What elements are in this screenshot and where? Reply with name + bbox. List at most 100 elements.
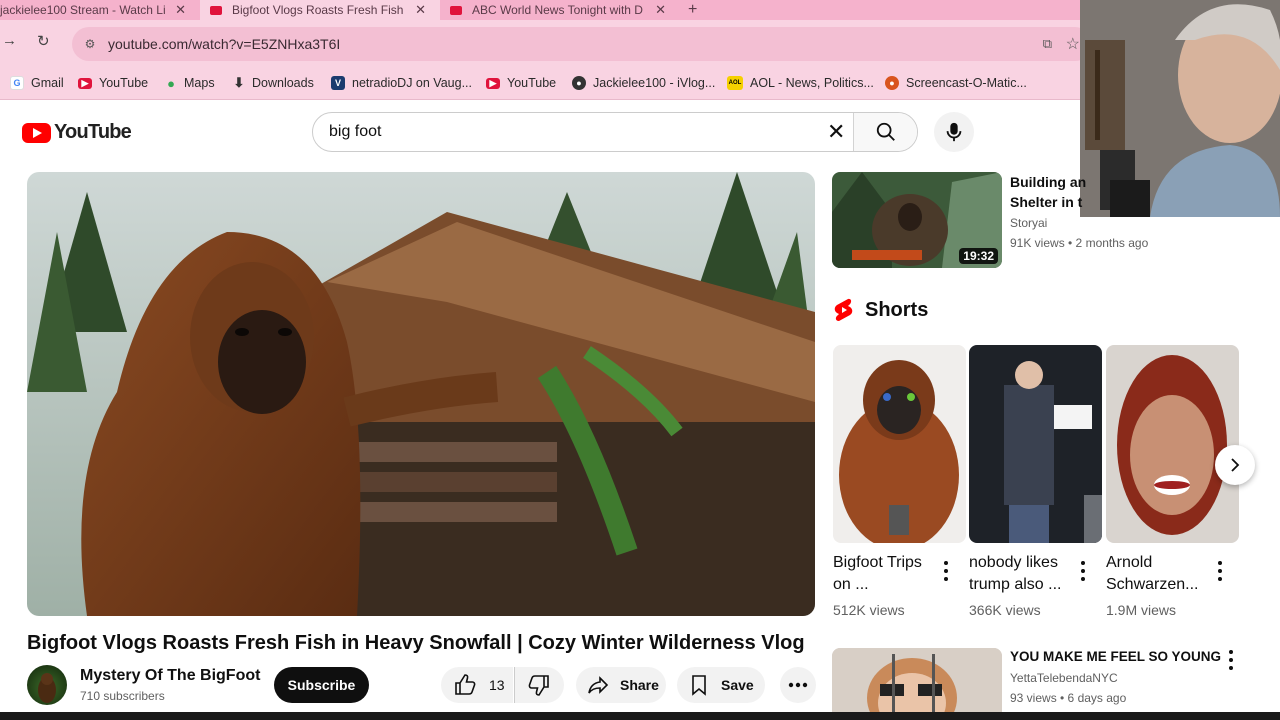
more-actions-button[interactable] [780,667,816,703]
related-video-title[interactable]: Building an Shelter in t [1010,172,1086,212]
screencast-icon: ● [885,76,899,90]
new-tab-button[interactable]: + [688,0,708,20]
related-video-thumbnail[interactable] [832,648,1002,720]
title-line: Building an [1010,174,1087,190]
short-title[interactable]: Bigfoot Trips on ... [833,552,937,596]
tab-abc-news[interactable]: ABC World News Tonight with D ✕ [440,0,680,20]
bookmark-maps[interactable]: ● Maps [165,74,215,92]
title-line: trump also ... [969,576,1062,593]
tab-close-icon[interactable]: ✕ [175,2,186,18]
tab-bigfoot-vlogs[interactable]: Bigfoot Vlogs Roasts Fresh Fish ✕ [200,0,440,20]
bookmark-label: Screencast-O-Matic... [906,76,1027,90]
bookmark-label: YouTube [99,76,149,90]
download-icon: ⬇ [233,75,245,90]
bookmark-netradiodj[interactable]: V netradioDJ on Vaug... [331,74,472,92]
bigfoot-video-frame [27,172,815,616]
share-button[interactable]: Share [576,667,666,703]
clear-icon[interactable]: ✕ [827,119,845,145]
bookmark-screencast[interactable]: ● Screencast-O-Matic... [885,74,1027,92]
video-player[interactable] [27,172,815,616]
save-button[interactable]: Save [677,667,765,703]
subscribe-button[interactable]: Subscribe [274,667,369,703]
channel-name[interactable]: Mystery Of The BigFoot [80,667,260,685]
tab-close-icon[interactable]: ✕ [415,2,426,18]
bookmark-aol[interactable]: AOL AOL - News, Politics... [727,74,874,92]
reload-icon[interactable]: ↻ [37,32,50,50]
short-thumbnail-image [1106,345,1239,543]
title-line: Bigfoot Trips [833,554,922,571]
vaughn-icon: V [331,76,345,90]
video-title: Bigfoot Vlogs Roasts Fresh Fish in Heavy… [27,632,805,654]
title-line: on ... [833,576,869,593]
bookmark-label: Jackielee100 - iVlog... [593,76,716,90]
tab-jackielee-stream[interactable]: jackielee100 Stream - Watch Li ✕ [0,0,200,20]
title-line: Shelter in t [1010,194,1083,210]
bookmark-jackielee-ivlog[interactable]: ● Jackielee100 - iVlog... [572,74,715,92]
search-icon [876,122,895,141]
youtube-favicon-icon [210,5,222,15]
youtube-logo[interactable]: YouTube [22,121,132,144]
mic-icon [946,122,962,142]
search-input[interactable] [329,123,809,141]
youtube-icon: ▶ [78,77,92,89]
short-title[interactable]: nobody likes trump also ... [969,552,1073,596]
channel-avatar[interactable] [27,665,67,705]
related-thumbnail-image [832,648,1002,720]
related-channel[interactable]: Storyai [1010,216,1047,230]
tab-title: ABC World News Tonight with D [472,3,643,17]
short-views: 512K views [833,602,905,618]
dislike-button[interactable] [514,667,564,703]
search-button[interactable] [853,113,917,151]
short-title[interactable]: Arnold Schwarzen... [1106,552,1210,596]
tune-icon[interactable]: ⚙ [82,37,98,51]
more-icon[interactable] [1228,650,1234,670]
short-views: 366K views [969,602,1041,618]
more-icon[interactable] [1080,561,1086,581]
short-thumbnail-image [833,345,966,543]
subscriber-count: 710 subscribers [80,689,165,703]
related-video-title[interactable]: YOU MAKE ME FEEL SO YOUNG [1010,647,1221,667]
logo-text: YouTube [54,121,132,143]
short-thumbnail-arnold[interactable] [1106,345,1239,543]
like-count: 13 [489,677,505,693]
more-icon[interactable] [1217,561,1223,581]
webcam-overlay [1080,0,1280,217]
shorts-logo-icon [834,298,853,321]
install-icon[interactable]: ⧉ [1043,36,1052,52]
shorts-next-button[interactable] [1215,445,1255,485]
bookmark-youtube[interactable]: ▶ YouTube [78,74,148,92]
related-video-thumbnail[interactable]: 19:32 [832,172,1002,268]
address-bar[interactable]: ⚙ youtube.com/watch?v=E5ZNHxa3T6I ⧉ ☆ [72,27,1092,61]
video-duration: 19:32 [959,248,998,264]
share-icon [588,676,609,694]
shorts-heading-text: Shorts [865,298,929,321]
bookmark-gmail[interactable]: G Gmail [10,74,64,92]
title-line: Schwarzen... [1106,576,1199,593]
back-icon[interactable]: → [2,32,17,49]
related-meta: 93 views • 6 days ago [1010,691,1127,705]
voice-search-button[interactable] [934,112,974,152]
save-icon [692,675,706,696]
bookmark-youtube-2[interactable]: ▶ YouTube [486,74,556,92]
short-thumbnail-bigfoot[interactable] [833,345,966,543]
star-icon[interactable]: ☆ [1066,34,1080,54]
bookmark-label: YouTube [507,76,557,90]
search-box: ✕ [312,112,918,152]
chevron-right-icon [1231,458,1240,472]
more-icon[interactable] [943,561,949,581]
short-thumbnail-image [969,345,1102,543]
like-icon [455,674,476,695]
ivlog-icon: ● [572,76,586,90]
like-button[interactable]: 13 [441,667,513,703]
map-pin-icon: ● [167,75,175,91]
bookmark-label: netradioDJ on Vaug... [352,76,472,90]
bookmark-downloads[interactable]: ⬇ Downloads [233,74,314,92]
bookmark-label: AOL - News, Politics... [750,76,874,90]
person-webcam-image [1080,0,1280,217]
more-icon [788,682,808,688]
related-channel[interactable]: YettaTelebendaNYC [1010,671,1118,685]
short-thumbnail-trump[interactable] [969,345,1102,543]
tab-close-icon[interactable]: ✕ [655,2,666,18]
taskbar [0,712,1280,720]
youtube-icon: ▶ [486,77,500,89]
